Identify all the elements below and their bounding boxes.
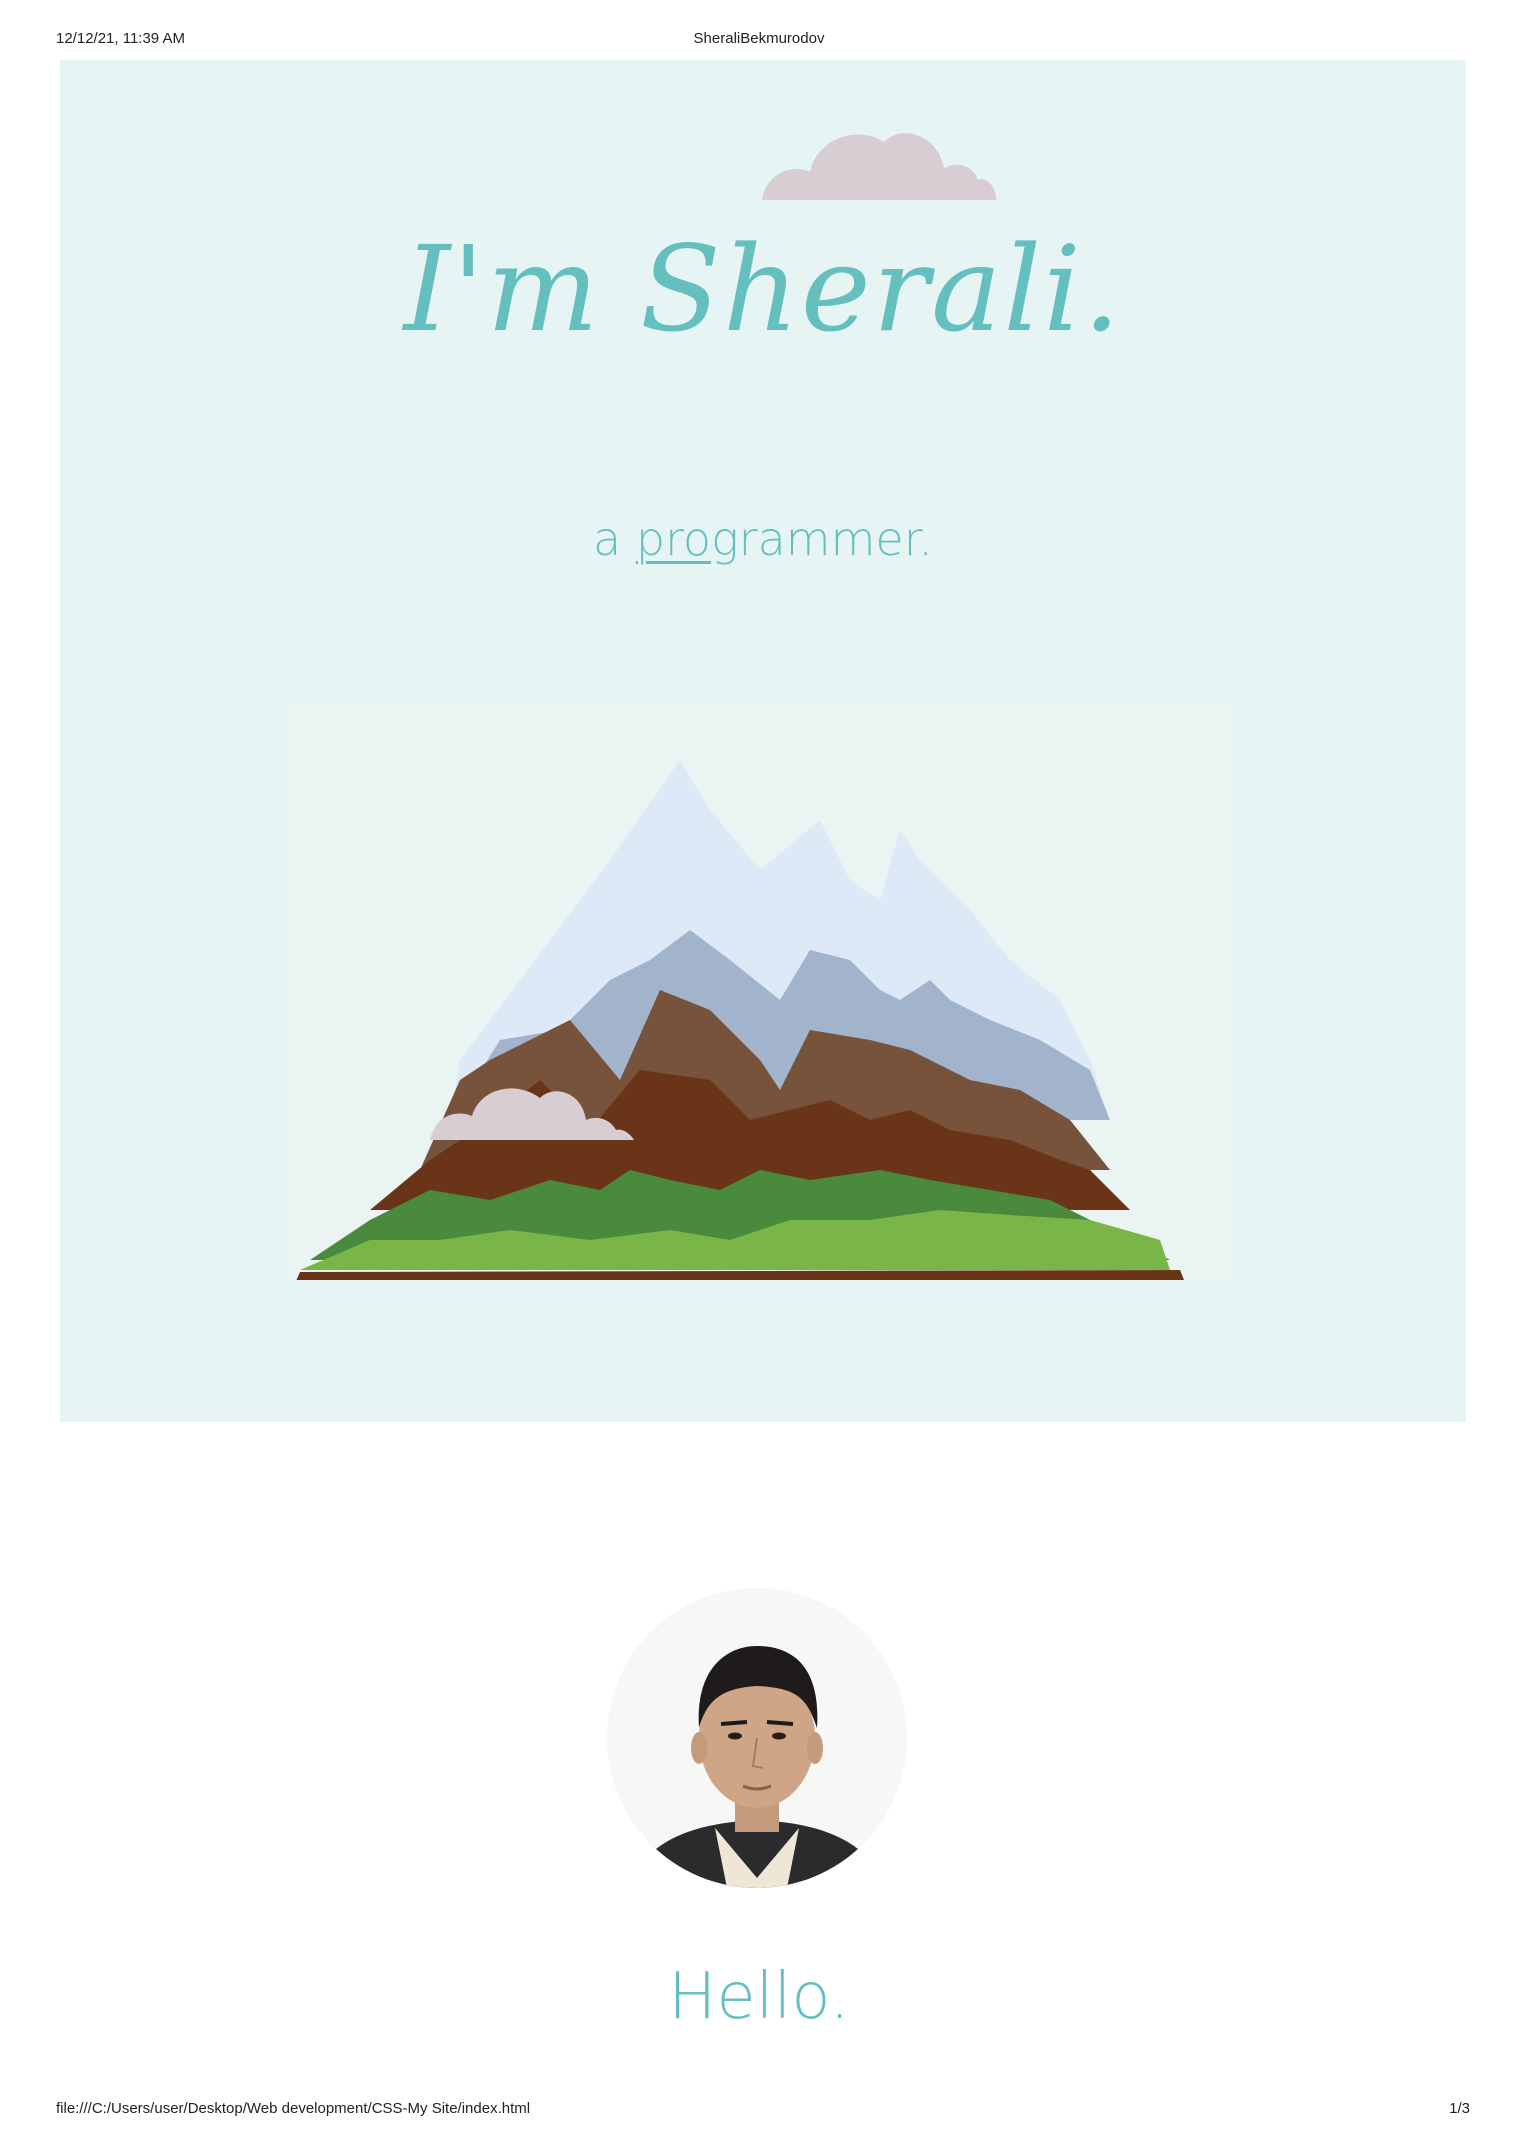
cloud-icon <box>762 133 996 200</box>
hero-section: I'm Sherali. a programmer. <box>60 60 1466 1422</box>
hero-title: I'm Sherali. <box>403 220 1123 358</box>
print-page-title: SheraliBekmurodov <box>693 30 825 47</box>
subtitle-suffix: grammer. <box>711 512 933 566</box>
profile-photo <box>607 1588 907 1888</box>
subtitle-prefix: a <box>593 512 636 566</box>
hero-subtitle: a programmer. <box>60 512 1466 566</box>
print-footer: file:///C:/Users/user/Desktop/Web develo… <box>0 2100 1518 2140</box>
print-url: file:///C:/Users/user/Desktop/Web develo… <box>56 2100 531 2117</box>
mountain-illustration <box>290 700 1230 1280</box>
profile-avatar <box>607 1588 907 1888</box>
hello-heading: Hello. <box>668 1960 850 2034</box>
subtitle-underlined: pro <box>635 512 712 566</box>
print-page-number: 1/3 <box>1449 2100 1470 2117</box>
